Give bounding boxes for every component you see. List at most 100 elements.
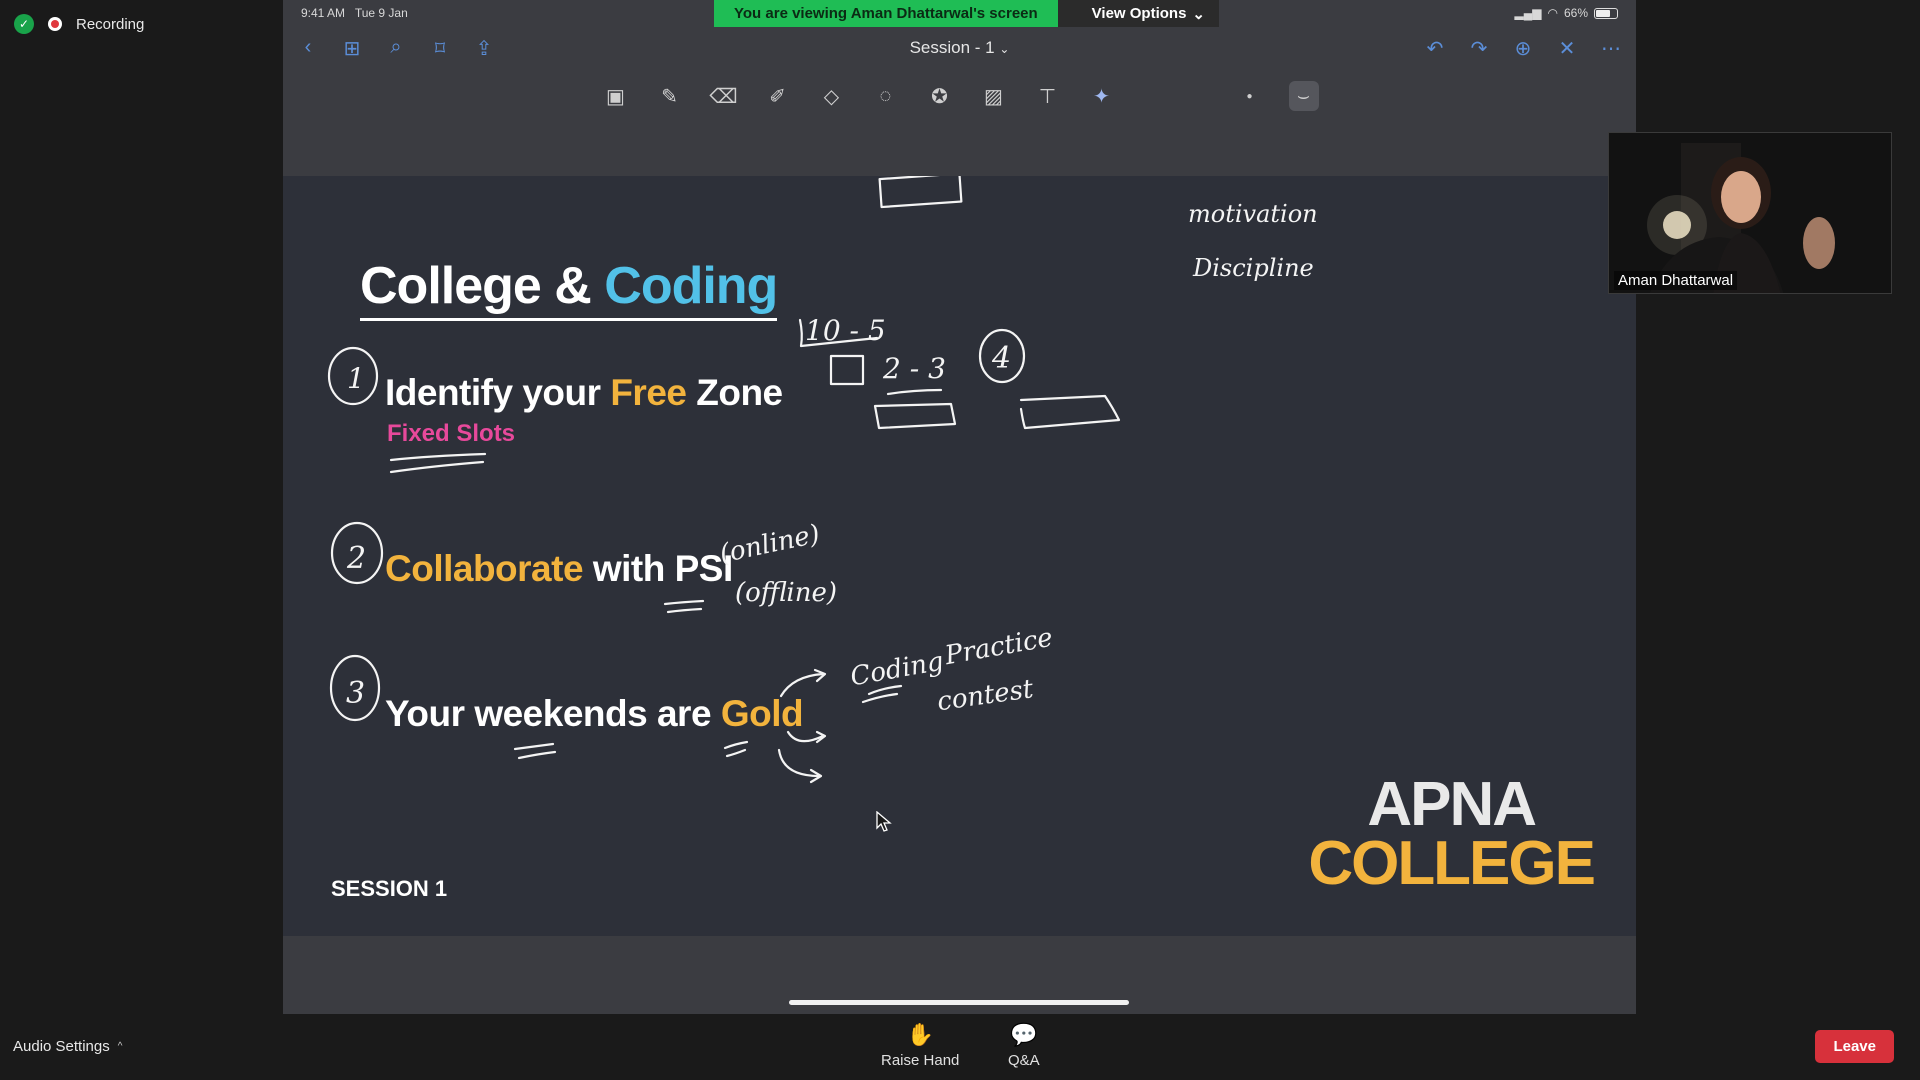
meeting-controls-bar: Audio Settings ^ ✋ Raise Hand 💬 Q&A Leav… xyxy=(0,1014,1920,1080)
qa-button[interactable]: 💬 Q&A xyxy=(1008,1022,1040,1069)
arrow-middle-head xyxy=(815,730,827,744)
recording-indicator: ✓ Recording xyxy=(14,14,144,34)
participant-video[interactable]: Aman Dhattarwal xyxy=(1608,132,1892,294)
point-3: Your weekends are Gold xyxy=(385,693,804,735)
circle-mark-2 xyxy=(330,521,384,585)
arrow-bottom-head xyxy=(809,768,823,784)
underline-coding-1 xyxy=(867,684,903,696)
notes-nav-bar: ‹ ⊞ ⌕ ⌑ ⇪ Session - 1 ⌄ ↶ ↷ ⊕ ✕ ⋯ xyxy=(283,30,1636,66)
underline-coding-2 xyxy=(861,692,899,704)
status-date: Tue 9 Jan xyxy=(354,6,408,20)
chevron-up-icon: ^ xyxy=(117,1041,123,1052)
num-2-text: 2 xyxy=(346,541,366,576)
signal-icon: ▂▄▆ xyxy=(1514,6,1542,20)
circle-mark-4 xyxy=(978,328,1026,384)
box-small-square xyxy=(829,354,865,386)
title-white: College & xyxy=(360,257,605,315)
raise-hand-button[interactable]: ✋ Raise Hand xyxy=(881,1022,959,1069)
annot-contest: contest xyxy=(935,674,1035,717)
slide-title: College & Coding xyxy=(360,256,778,321)
point-3-text-a: Your weekends are xyxy=(385,693,721,734)
point-3-text-b: Gold xyxy=(720,693,804,734)
recording-icon xyxy=(48,17,62,31)
circle-mark-3 xyxy=(329,654,381,722)
image-icon[interactable]: ▨ xyxy=(979,81,1009,111)
nav-right-tools: ↶ ↷ ⊕ ✕ ⋯ xyxy=(1424,36,1622,61)
lasso-icon[interactable]: ◌ xyxy=(871,81,901,111)
mouse-cursor-icon xyxy=(876,811,892,832)
view-options-button[interactable]: View Options ⌄ xyxy=(1057,0,1219,27)
point-2-text-c: PSI xyxy=(674,548,734,589)
participant-video-frame xyxy=(1609,133,1891,293)
chat-bubbles-icon: 💬 xyxy=(1010,1022,1038,1047)
page-thumbnail-icon[interactable]: ▣ xyxy=(601,81,631,111)
audio-settings-label: Audio Settings xyxy=(13,1038,110,1055)
more-icon[interactable]: ⋯ xyxy=(1600,36,1622,61)
underline-psi-2 xyxy=(666,607,703,614)
participant-name: Aman Dhattarwal xyxy=(1614,271,1738,290)
annot-offline: (offline) xyxy=(735,578,837,608)
document-title-label: Session - 1 xyxy=(909,38,995,57)
box-under-2-3 xyxy=(873,402,957,430)
pen-icon[interactable]: ✎ xyxy=(655,81,685,111)
sticker-icon[interactable]: ✪ xyxy=(925,81,955,111)
status-time-date: 9:41 AM Tue 9 Jan xyxy=(301,6,408,20)
viewing-notice: You are viewing Aman Dhattarwal's screen xyxy=(714,0,1058,27)
point-1-subtitle: Fixed Slots xyxy=(387,420,516,447)
battery-percent: 66% xyxy=(1563,6,1588,20)
circle-mark-1 xyxy=(327,346,379,406)
eraser-icon[interactable]: ⌫ xyxy=(709,81,739,111)
leave-button[interactable]: Leave xyxy=(1815,1030,1894,1063)
point-2-text-b: with xyxy=(583,548,675,589)
audio-settings-button[interactable]: Audio Settings ^ xyxy=(13,1038,122,1055)
close-icon[interactable]: ✕ xyxy=(1556,36,1578,61)
annot-coding: Coding xyxy=(848,647,946,693)
laser-pointer-icon[interactable]: ✦ xyxy=(1087,81,1117,111)
annot-practice: Practice xyxy=(942,623,1055,672)
underline-gold-2 xyxy=(725,748,747,758)
underline-gold-1 xyxy=(723,740,749,750)
underline-2-3 xyxy=(886,388,943,396)
num-3-text: 3 xyxy=(346,676,365,711)
underline-weekends-1 xyxy=(513,742,555,751)
chevron-down-icon: ⌄ xyxy=(1192,5,1205,23)
highlighter-icon[interactable]: ✐ xyxy=(763,81,793,111)
redo-icon[interactable]: ↷ xyxy=(1468,36,1490,61)
status-time: 9:41 AM xyxy=(301,6,346,20)
point-1-text-c: Zone xyxy=(686,372,783,413)
point-2: Collaborate with PSI xyxy=(385,548,733,590)
logo-line-2: COLLEGE xyxy=(1308,828,1596,898)
underline-weekends-2 xyxy=(517,750,557,760)
hand-icon: ✋ xyxy=(906,1022,934,1047)
annot-2-3: 2 - 3 xyxy=(882,352,946,385)
stroke-size-dot-icon[interactable]: ● xyxy=(1235,81,1265,111)
underline-fixed-slots-1 xyxy=(389,452,487,462)
presentation-slide: College & Coding Identify your Free Zone… xyxy=(283,176,1636,936)
shield-icon: ✓ xyxy=(14,14,34,34)
arrow-coding-head xyxy=(813,668,827,683)
recording-label: Recording xyxy=(76,15,145,33)
num-1-text: 1 xyxy=(347,362,365,395)
screen-share-banner: You are viewing Aman Dhattarwal's screen… xyxy=(714,0,1219,27)
box-right xyxy=(1019,394,1121,430)
point-2-text-a: Collaborate xyxy=(385,548,584,589)
drawing-toolbar: ▣ ✎ ⌫ ✐ ◇ ◌ ✪ ▨ ⊤ ✦ ● ⌣ xyxy=(283,78,1636,114)
box-10-5 xyxy=(798,318,879,348)
title-accent: Coding xyxy=(604,257,778,315)
session-label: SESSION 1 xyxy=(331,876,448,901)
zoom-meeting-window: ✓ Recording 9:41 AM Tue 9 Jan ▂▄▆ ◠ 66% … xyxy=(0,0,1920,1080)
home-indicator[interactable] xyxy=(789,1000,1129,1005)
point-1: Identify your Free Zone xyxy=(385,372,783,414)
arrow-bottom xyxy=(777,748,821,778)
logo-line-1: APNA xyxy=(1367,770,1537,839)
shapes-icon[interactable]: ◇ xyxy=(817,81,847,111)
text-icon[interactable]: ⊤ xyxy=(1033,81,1063,111)
annot-10-5: 10 - 5 xyxy=(805,314,886,347)
point-1-text-b: Free xyxy=(610,372,687,413)
undo-icon[interactable]: ↶ xyxy=(1424,36,1446,61)
qa-label: Q&A xyxy=(1008,1052,1040,1069)
stroke-style-icon[interactable]: ⌣ xyxy=(1288,81,1319,111)
shared-screen: 9:41 AM Tue 9 Jan ▂▄▆ ◠ 66% You are view… xyxy=(283,0,1636,1014)
add-page-icon[interactable]: ⊕ xyxy=(1512,36,1534,61)
